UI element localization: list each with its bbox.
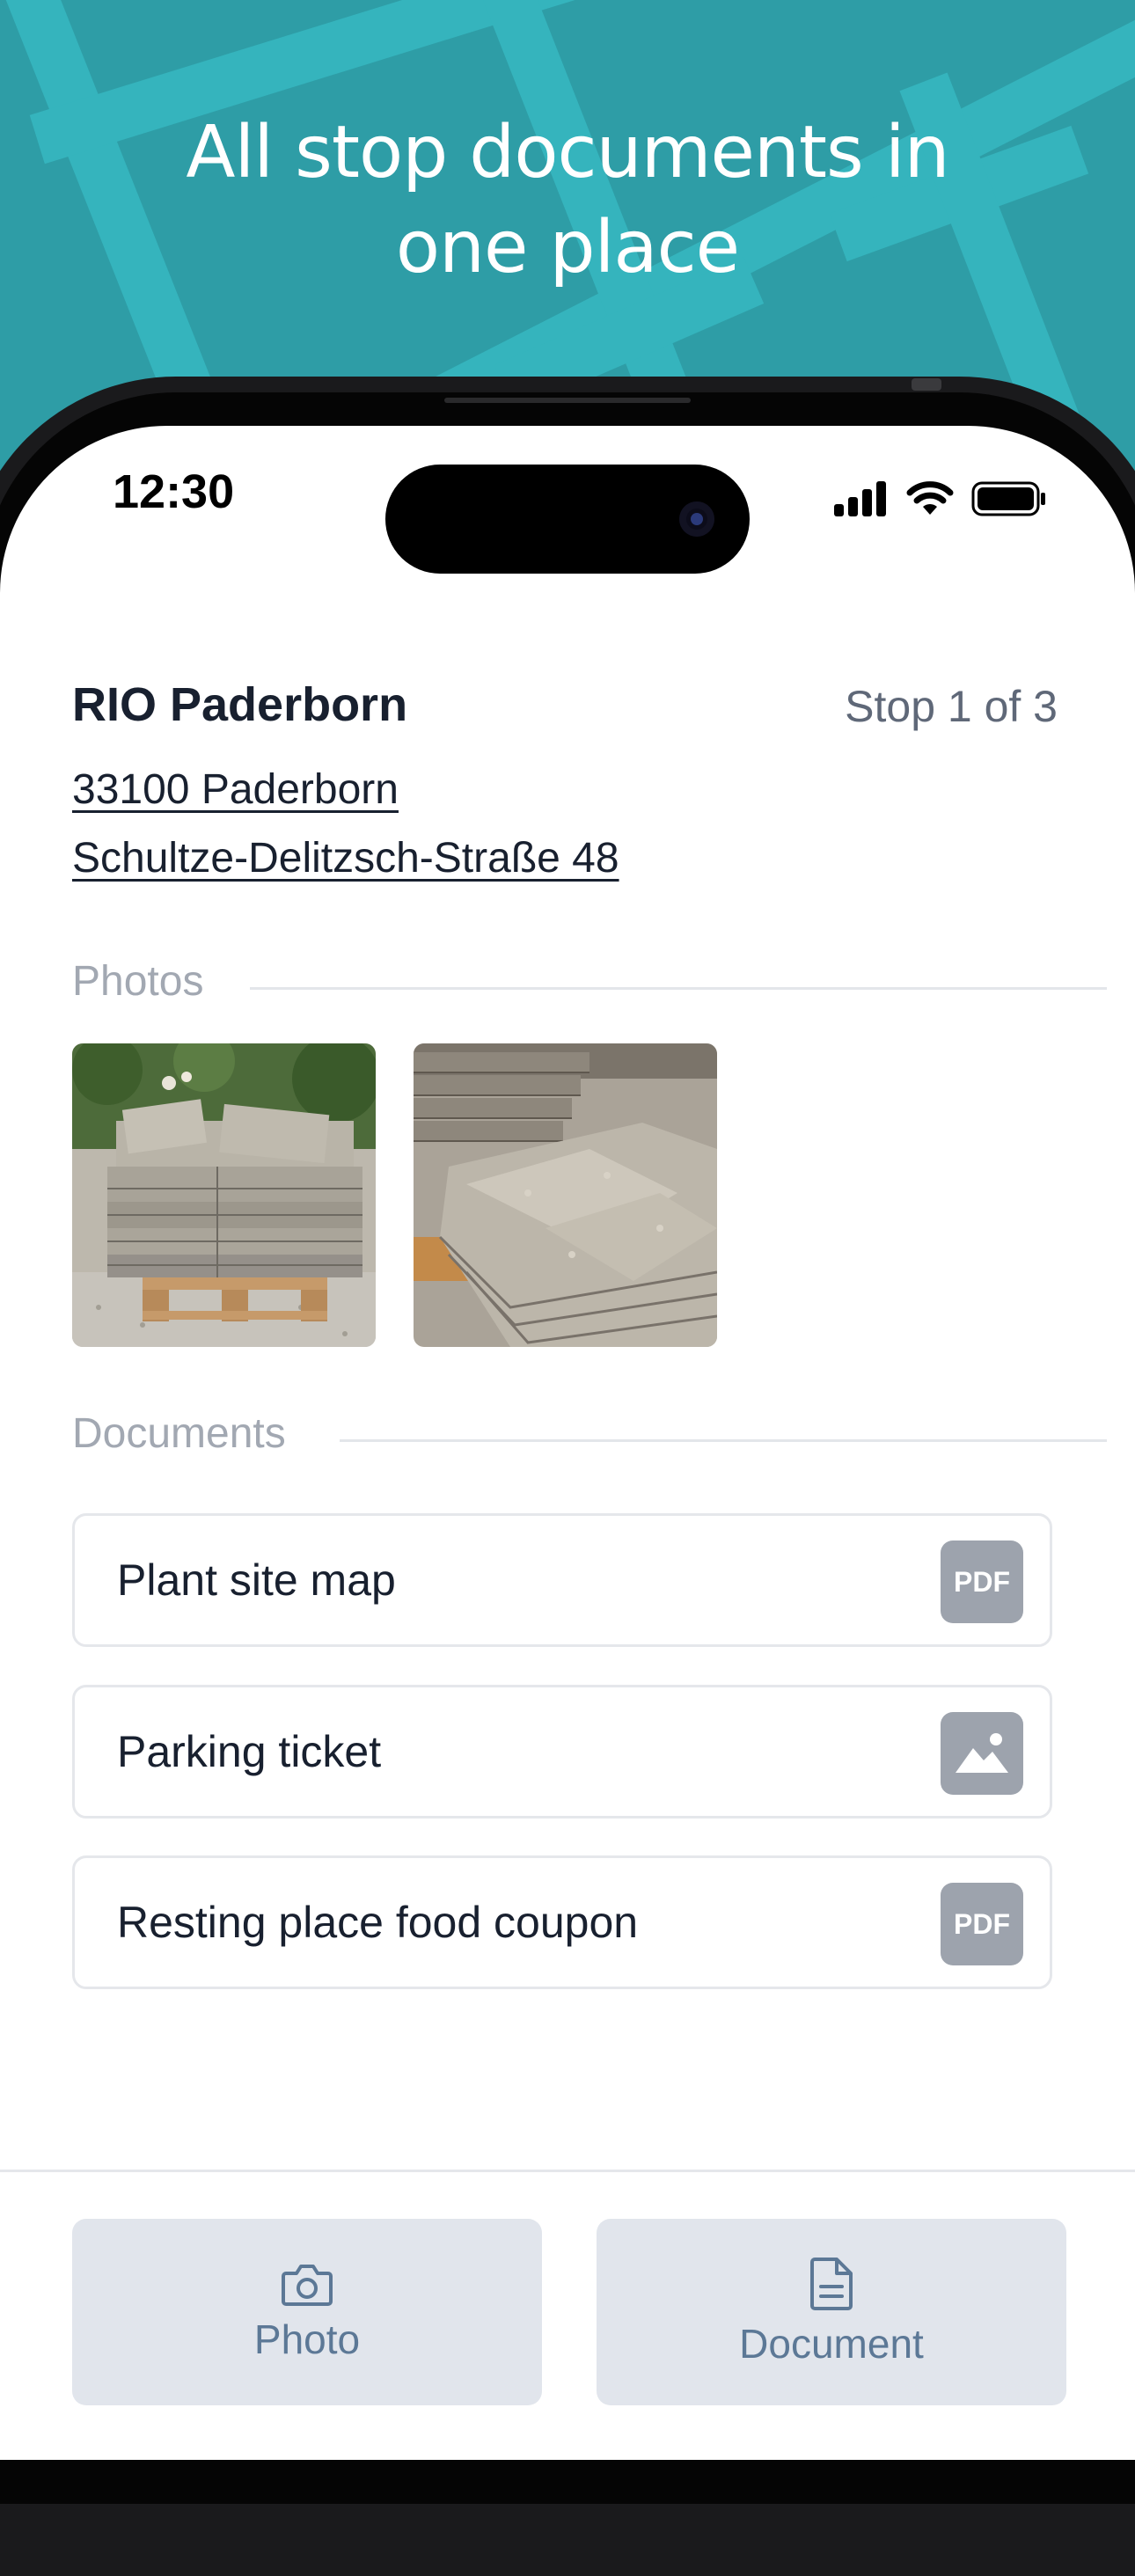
image-file-icon [941, 1712, 1023, 1795]
app-screen: 12:30 RIO Paderborn Stop 1 of 3 33100 Pa… [0, 426, 1135, 2460]
phone-speaker [444, 398, 691, 403]
add-document-button[interactable]: Document [597, 2219, 1066, 2405]
promo-headline: All stop documents in one place [0, 106, 1135, 296]
stop-name: RIO Paderborn [72, 678, 408, 731]
document-item-plant-site-map[interactable]: Plant site map PDF [72, 1513, 1052, 1647]
photo-thumbnail-pallet[interactable] [72, 1043, 376, 1347]
photo-slabs-image [414, 1043, 717, 1347]
stop-counter: Stop 1 of 3 [845, 682, 1058, 731]
photo-thumbnail-slabs[interactable] [414, 1043, 717, 1347]
wifi-icon [906, 481, 954, 515]
add-document-label: Document [739, 2321, 924, 2367]
address-postal-link[interactable]: 33100 Paderborn [72, 765, 399, 814]
photos-divider [250, 987, 1107, 990]
pdf-file-icon: PDF [941, 1883, 1023, 1965]
add-photo-button[interactable]: Photo [72, 2219, 542, 2405]
bottom-bar-divider [0, 2170, 1135, 2172]
document-label: Resting place food coupon [117, 1898, 639, 1947]
promo-headline-line2: one place [395, 206, 740, 289]
status-icons [834, 477, 1047, 521]
document-item-food-coupon[interactable]: Resting place food coupon PDF [72, 1855, 1052, 1989]
status-time: 12:30 [113, 465, 235, 518]
battery-icon [971, 481, 1045, 516]
camera-icon [282, 2265, 333, 2306]
mountain-image-icon [956, 1733, 1008, 1773]
front-camera-icon [679, 501, 714, 537]
cellular-signal-icon [834, 481, 886, 516]
document-label: Plant site map [117, 1555, 396, 1605]
promo-headline-line1: All stop documents in [186, 111, 949, 194]
dynamic-island [385, 465, 750, 574]
photos-section-label: Photos [72, 958, 204, 1005]
documents-divider [340, 1439, 1107, 1442]
add-photo-label: Photo [253, 2316, 361, 2362]
documents-section-label: Documents [72, 1410, 286, 1457]
document-label: Parking ticket [117, 1727, 382, 1776]
photo-pallet-image [72, 1043, 376, 1347]
phone-side-button [912, 378, 941, 391]
document-item-parking-ticket[interactable]: Parking ticket [72, 1685, 1052, 1819]
document-icon [810, 2258, 853, 2310]
pdf-file-icon: PDF [941, 1540, 1023, 1623]
address-street-link[interactable]: Schultze-Delitzsch-Straße 48 [72, 834, 619, 882]
